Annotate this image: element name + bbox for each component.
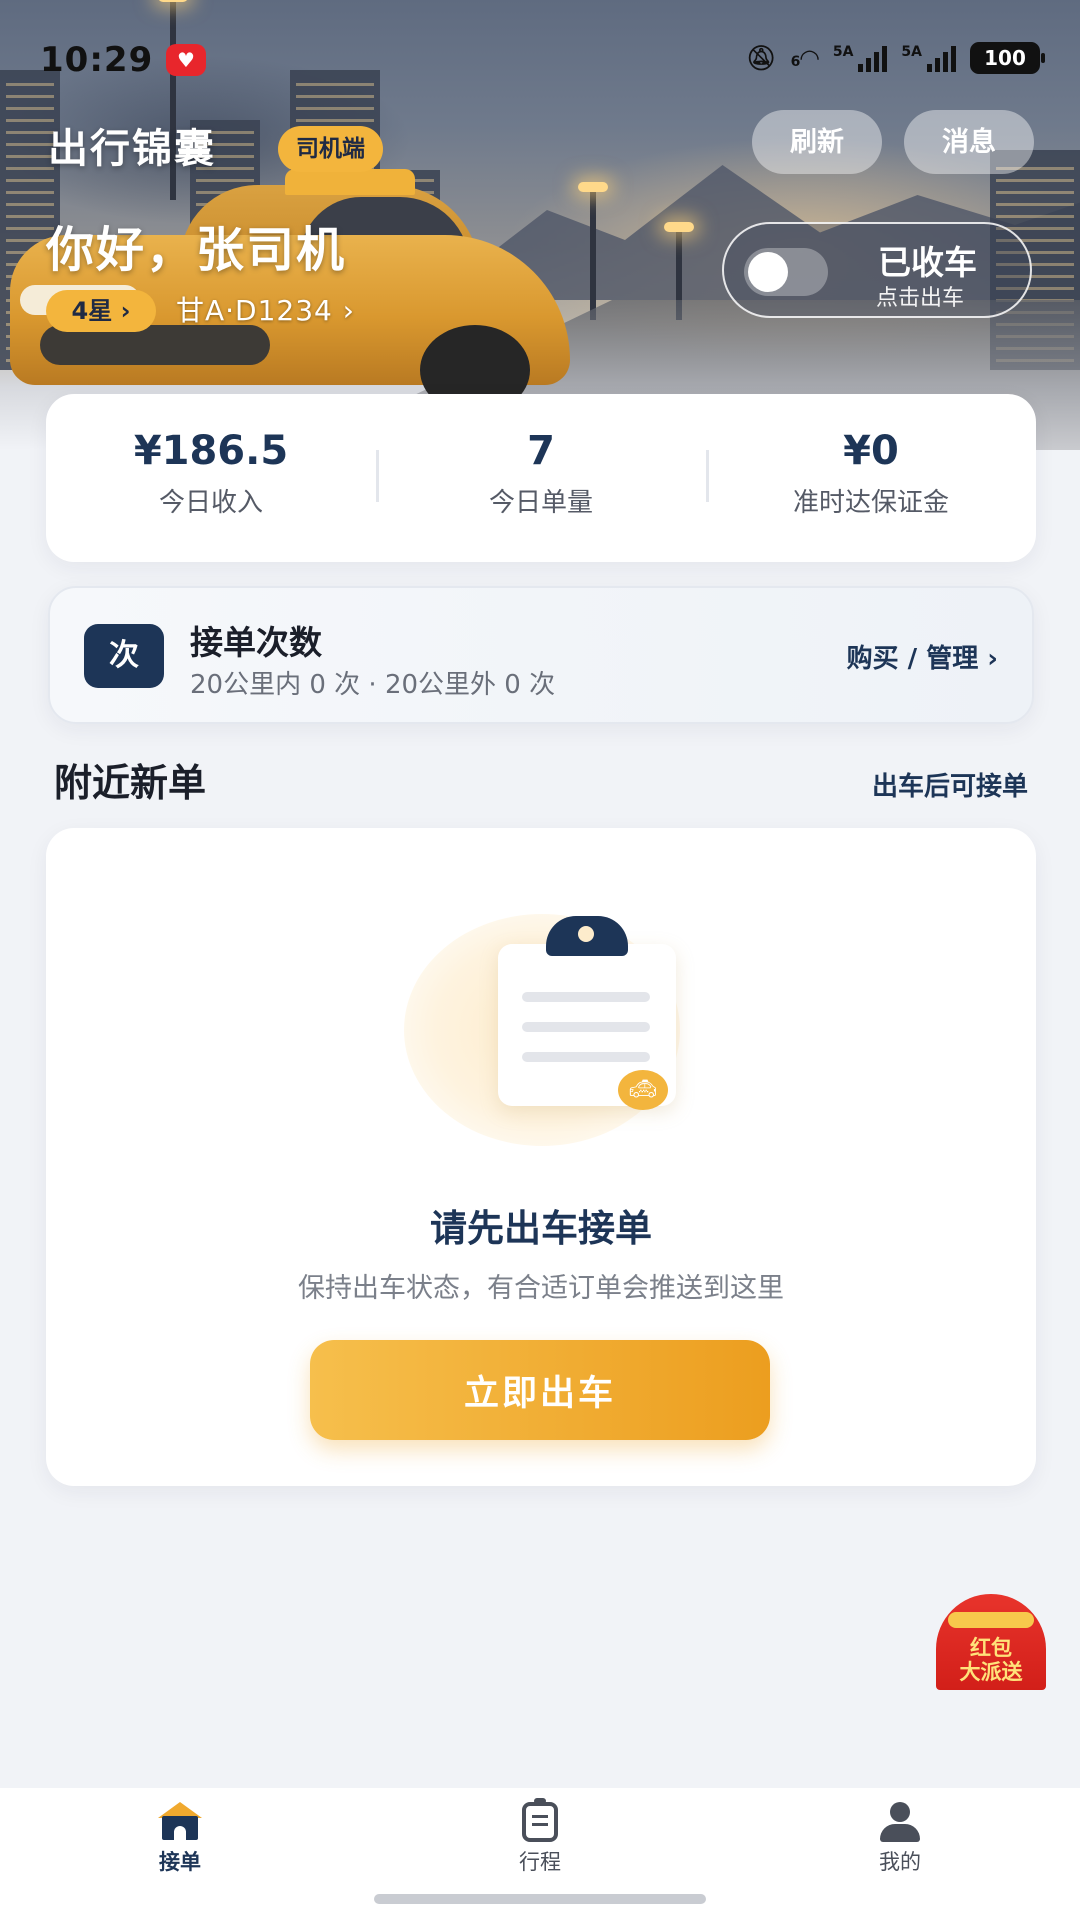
stat-orders: 7 今日单量 (376, 394, 706, 562)
empty-orders-card: 🚕︎ 请先出车接单 保持出车状态，有合适订单会推送到这里 立即出车 (46, 828, 1036, 1486)
network-type: 5A (901, 44, 922, 60)
tab-label: 接单 (159, 1850, 201, 1874)
mute-bell-icon: 🔕︎ (746, 44, 777, 72)
wifi-badge: 6 (790, 54, 801, 70)
network-type: 5A (832, 44, 854, 60)
toggle-knob (748, 252, 788, 292)
stat-label: 今日收入 (158, 488, 263, 518)
stat-value: ¥0 (843, 428, 899, 474)
stat-label: 准时达保证金 (792, 488, 949, 518)
home-icon (158, 1802, 202, 1842)
red-packet-promo[interactable]: 红包 大派送 (936, 1594, 1046, 1690)
status-icons: 🔕︎ 6◠ 5A 5A 100 (746, 42, 1045, 74)
signal-icon: 5A (901, 44, 956, 72)
quota-icon: 次 (84, 624, 164, 688)
online-status-toggle[interactable]: 已收车 点击出车 (722, 222, 1032, 318)
status-time: 10:29 (40, 40, 154, 80)
role-badge: 司机端 (278, 126, 383, 172)
heart-app-icon: ♥ (166, 44, 206, 76)
quota-title: 接单次数 (190, 623, 322, 662)
tab-label: 我的 (879, 1850, 921, 1874)
empty-description: 保持出车状态，有合适订单会推送到这里 (298, 1273, 784, 1304)
nearby-orders-hint: 出车后可接单 (871, 772, 1028, 802)
tab-trips[interactable]: 行程 (460, 1798, 620, 1876)
buy-manage-link[interactable]: 购买 / 管理 › (847, 638, 998, 675)
empty-title: 请先出车接单 (430, 1207, 652, 1250)
order-quota-card[interactable]: 次 接单次数 20公里内 0 次 · 20公里外 0 次 购买 / 管理 › (48, 586, 1034, 724)
go-online-button[interactable]: 立即出车 (310, 1340, 770, 1440)
stat-income: ¥186.5 今日收入 (46, 394, 376, 562)
tab-orders[interactable]: 接单 (100, 1802, 260, 1876)
rating-chip[interactable]: 4星 › (46, 290, 156, 332)
refresh-button[interactable]: 刷新 (752, 110, 882, 174)
stat-value: 7 (527, 428, 555, 474)
status-bar: 10:29 ♥ 🔕︎ 6◠ 5A 5A 100 (0, 36, 1080, 86)
today-stats-card: ¥186.5 今日收入 7 今日单量 ¥0 准时达保证金 (46, 394, 1036, 562)
stat-value: ¥186.5 (133, 428, 289, 474)
user-icon (878, 1802, 922, 1842)
battery-icon: 100 (970, 42, 1045, 74)
promo-text: 红包 大派送 (936, 1636, 1046, 1684)
signal-icon: 5A (833, 44, 888, 72)
clipboard-icon (522, 1798, 558, 1842)
wifi-icon: 6◠ (790, 44, 819, 72)
license-plate-link[interactable]: 甘A·D1234 › (176, 290, 355, 332)
quota-detail: 20公里内 0 次 · 20公里外 0 次 (190, 670, 556, 700)
coins-icon (948, 1612, 1034, 1628)
driver-greeting: 你好，张司机 (46, 222, 347, 278)
app-title: 出行锦囊 (48, 126, 216, 172)
tab-label: 行程 (519, 1850, 561, 1874)
promo-line-2: 大派送 (959, 1660, 1023, 1684)
online-status-hint: 点击出车 (876, 286, 965, 311)
clipboard-illustration-icon: 🚕︎ (392, 896, 692, 1146)
stat-label: 今日单量 (488, 488, 593, 518)
messages-button[interactable]: 消息 (904, 110, 1034, 174)
online-status-text: 已收车 (878, 243, 977, 282)
street-lamp (578, 182, 608, 320)
promo-line-1: 红包 (970, 1636, 1012, 1660)
stat-deposit: ¥0 准时达保证金 (706, 394, 1036, 562)
taxi-icon: 🚕︎ (618, 1070, 668, 1110)
tab-mine[interactable]: 我的 (820, 1802, 980, 1876)
home-indicator[interactable] (374, 1894, 706, 1904)
nearby-orders-title: 附近新单 (54, 761, 207, 805)
